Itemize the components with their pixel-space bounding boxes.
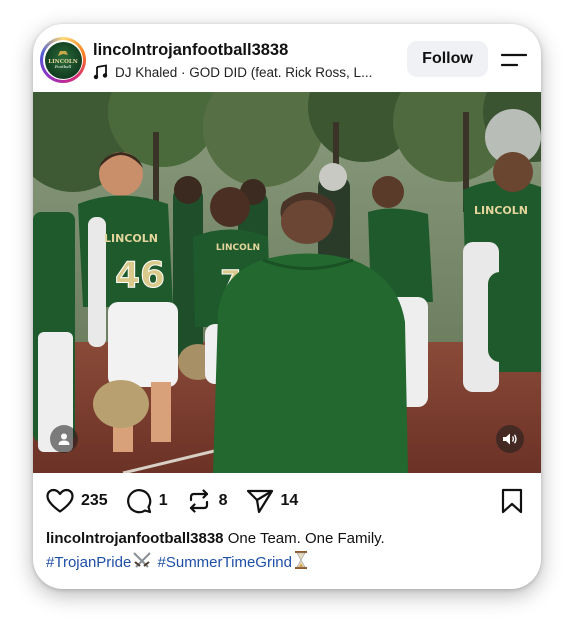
user-tag-icon	[58, 433, 70, 445]
post-header: LINCOLN Football lincolntrojanfootball38…	[33, 24, 541, 92]
bookmark-icon[interactable]	[500, 488, 524, 514]
share-icon	[246, 489, 273, 514]
comment-button[interactable]: 1	[126, 488, 168, 514]
svg-text:Football: Football	[54, 64, 72, 69]
avatar-logo: LINCOLN Football	[44, 41, 82, 79]
follow-button[interactable]: Follow	[407, 41, 488, 77]
sound-toggle-button[interactable]	[496, 425, 524, 453]
user-tag-button[interactable]	[50, 425, 78, 453]
username[interactable]: lincolntrojanfootball3838	[93, 41, 288, 60]
sound-icon	[503, 433, 517, 445]
menu-icon[interactable]	[501, 50, 527, 70]
svg-text:46: 46	[115, 255, 165, 296]
hourglass-emoji	[294, 551, 307, 569]
post-caption: lincolntrojanfootball3838 One Team. One …	[46, 528, 526, 574]
share-count: 14	[280, 492, 299, 509]
svg-text:LINCOLN: LINCOLN	[216, 243, 260, 253]
post-photo[interactable]: LINCOLN 46 LINCOLN 71 LINCOLN	[33, 92, 541, 473]
svg-text:LINCOLN: LINCOLN	[474, 204, 528, 217]
like-button[interactable]: 235	[46, 488, 108, 514]
action-bar: 235 1 8 14	[46, 487, 316, 515]
share-button[interactable]: 14	[246, 488, 299, 514]
repost-icon	[189, 489, 208, 513]
like-count: 235	[81, 492, 108, 509]
avatar[interactable]: LINCOLN Football	[40, 37, 86, 83]
crossed-swords-emoji	[133, 552, 152, 568]
music-track-label: DJ Khaled · GOD DID (feat. Rick Ross, L.…	[115, 64, 373, 80]
caption-username[interactable]: lincolntrojanfootball3838	[46, 530, 224, 547]
post-card: LINCOLN Football lincolntrojanfootball38…	[33, 24, 541, 589]
svg-text:LINCOLN: LINCOLN	[104, 232, 158, 245]
repost-button[interactable]: 8	[186, 488, 228, 514]
heart-icon	[46, 488, 74, 513]
repost-count: 8	[218, 492, 228, 509]
comment-icon	[126, 489, 151, 514]
trojan-logo-icon: LINCOLN Football	[48, 51, 78, 69]
caption-text: One Team. One Family.	[227, 530, 385, 547]
comment-count: 1	[158, 492, 168, 509]
music-note-icon	[93, 64, 108, 80]
hashtag-summertimegrind[interactable]: #SummerTimeGrind	[158, 554, 292, 571]
music-track[interactable]: DJ Khaled · GOD DID (feat. Rick Ross, L.…	[93, 64, 393, 80]
hashtag-trojanpride[interactable]: #TrojanPride	[46, 554, 131, 571]
